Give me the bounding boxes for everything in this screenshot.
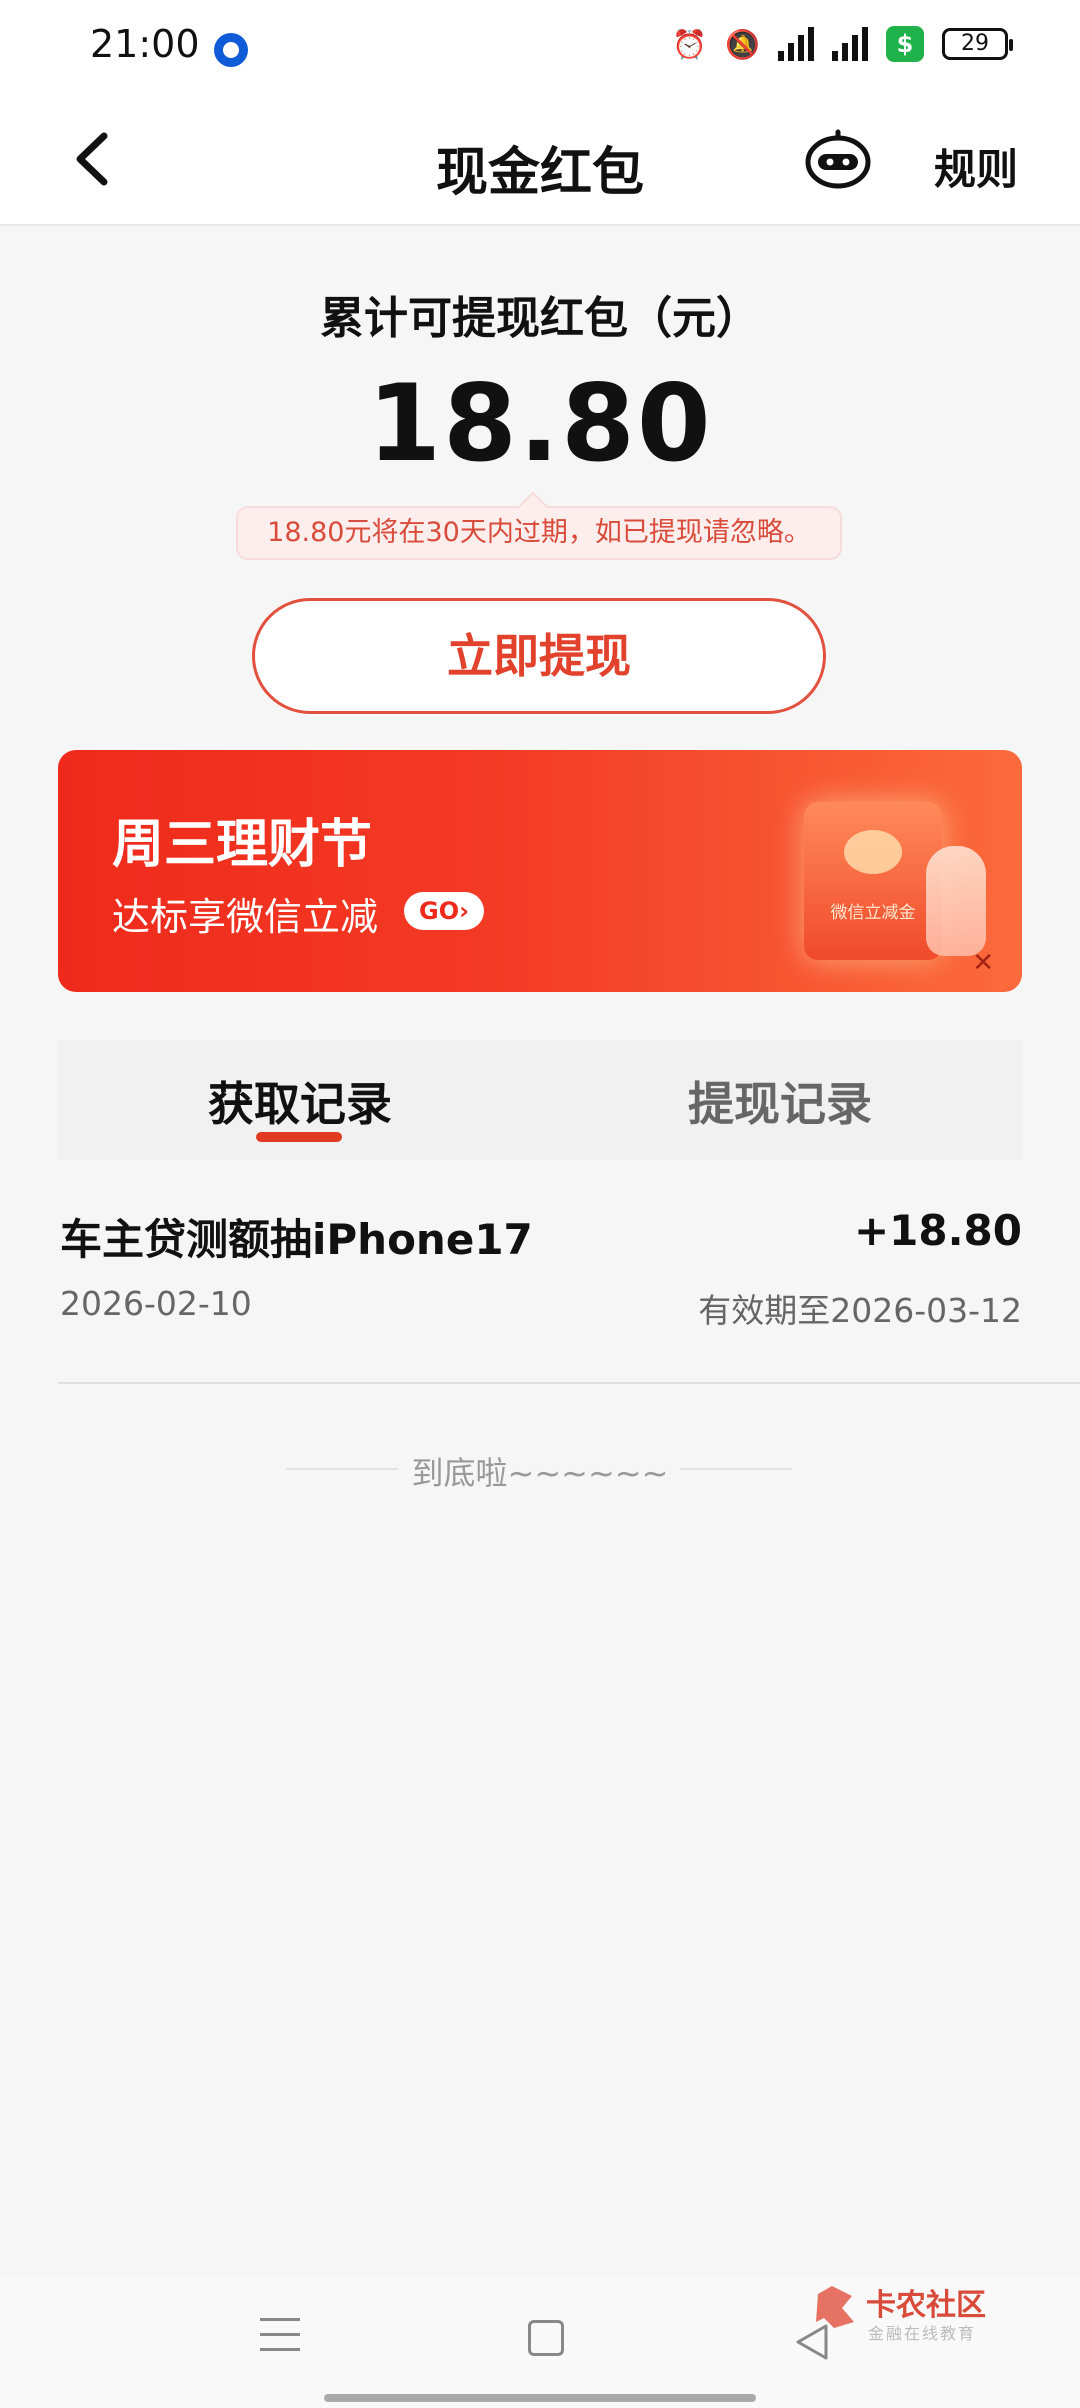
customer-service-robot-icon[interactable] <box>802 126 874 192</box>
banner-title: 周三理财节 <box>112 815 373 875</box>
banner-go-button[interactable]: GO› <box>404 892 484 930</box>
end-of-list-text: 到底啦~~~~~~ <box>411 1454 669 1492</box>
divider <box>680 1468 792 1470</box>
active-tab-indicator <box>256 1132 342 1142</box>
expire-tip: 18.80元将在30天内过期，如已提现请忽略。 <box>236 506 842 560</box>
banner-subtitle: 达标享微信立减 <box>112 895 379 939</box>
record-expiry: 有效期至2026-03-12 <box>698 1291 1022 1330</box>
mute-icon: 🔕 <box>725 27 760 61</box>
alarm-icon: ⏰ <box>672 27 708 61</box>
status-bar: 21:00 ⏰ 🔕 $ 29 <box>0 0 1080 96</box>
balance-label: 累计可提现红包（元） <box>320 293 760 344</box>
tab-obtain-records[interactable]: 获取记录 <box>208 1068 392 1134</box>
watermark-icon <box>816 2286 854 2328</box>
envelope-label: 微信立减金 <box>830 903 916 923</box>
rules-link[interactable]: 规则 <box>934 136 1018 197</box>
list-item: 车主贷测额抽iPhone17 +18.80 2026-02-10 有效期至202… <box>58 1192 1022 1382</box>
watermark-subtitle: 金融在线教育 <box>868 2324 977 2343</box>
app-notification-icon <box>214 33 248 67</box>
watermark-title: 卡农社区 <box>866 2288 986 2323</box>
status-time: 21:00 <box>90 22 200 66</box>
tab-withdraw-records[interactable]: 提现记录 <box>688 1068 872 1134</box>
gesture-bar[interactable] <box>324 2394 756 2402</box>
app-screen: 21:00 ⏰ 🔕 $ 29 现金红包 规则 累计可提现红包（元） 18.80 … <box>0 0 1080 2408</box>
divider <box>58 1382 1080 1384</box>
wechat-pay-icon: $ <box>886 26 924 62</box>
balance-amount: 18.80 <box>367 362 713 485</box>
red-envelope-icon: 微信立减金 <box>804 802 942 960</box>
page-title: 现金红包 <box>435 143 644 203</box>
record-amount: +18.80 <box>853 1206 1022 1255</box>
signal-5g-icon <box>778 27 814 61</box>
promo-banner[interactable]: 周三理财节 达标享微信立减 GO› 微信立减金 ✕ <box>58 750 1022 992</box>
signal-5g-2-icon <box>832 27 868 61</box>
withdraw-now-button[interactable]: 立即提现 <box>252 598 826 714</box>
battery-icon: 29 <box>942 28 1013 60</box>
record-date: 2026-02-10 <box>60 1284 252 1323</box>
recent-apps-icon[interactable] <box>260 2318 300 2358</box>
record-title: 车主贷测额抽iPhone17 <box>60 1215 533 1264</box>
close-icon[interactable]: ✕ <box>972 948 994 978</box>
nav-bar: 现金红包 规则 <box>0 96 1080 226</box>
status-icons: ⏰ 🔕 $ 29 <box>672 26 1013 62</box>
record-tabs: 获取记录 提现记录 <box>58 1040 1022 1160</box>
hand-illustration <box>926 846 986 956</box>
home-icon[interactable] <box>528 2320 564 2356</box>
watermark-logo: 卡农社区 金融在线教育 <box>812 2278 1032 2350</box>
